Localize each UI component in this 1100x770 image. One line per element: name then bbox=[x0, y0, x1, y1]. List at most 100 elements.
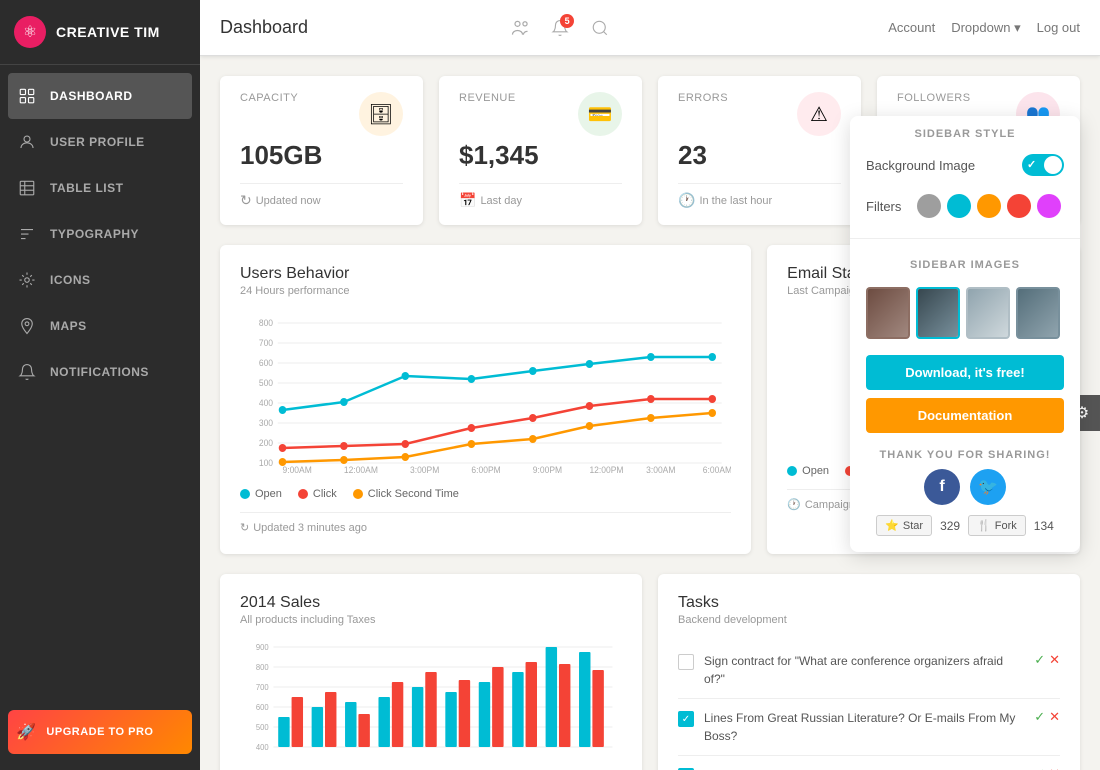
github-star-button[interactable]: ⭐ Star bbox=[876, 515, 932, 536]
dropdown-link[interactable]: Dropdown ▾ bbox=[951, 20, 1020, 36]
sidebar-img-4[interactable] bbox=[1016, 287, 1060, 339]
sidebar-style-panel: SIDEBAR STYLE Background Image ✓ Filters bbox=[850, 116, 1080, 552]
bg-image-toggle[interactable]: ✓ bbox=[1022, 154, 1064, 176]
sidebar-item-notifications-label: NOTIFICATIONS bbox=[50, 365, 149, 379]
task-del-1[interactable]: ✕ bbox=[1049, 652, 1060, 668]
documentation-button[interactable]: Documentation bbox=[866, 398, 1064, 433]
filter-dot-cyan[interactable] bbox=[947, 194, 971, 218]
legend-click: Click bbox=[298, 488, 337, 500]
github-fork-button[interactable]: 🍴 Fork bbox=[968, 515, 1026, 536]
fork-label: Fork bbox=[995, 520, 1017, 532]
sidebar-img-3[interactable] bbox=[966, 287, 1010, 339]
sidebar-item-dashboard[interactable]: DASHBOARD bbox=[8, 73, 192, 119]
filters-label: Filters bbox=[866, 199, 901, 214]
filter-dot-purple[interactable] bbox=[1037, 194, 1061, 218]
sidebar-images-row bbox=[850, 279, 1080, 347]
brand-name: CREATIVE TIM bbox=[56, 24, 160, 40]
task-ok-1[interactable]: ✓ bbox=[1034, 652, 1045, 668]
task-del-3[interactable]: ✕ bbox=[1049, 766, 1060, 770]
task-ok-3[interactable]: ✓ bbox=[1034, 766, 1045, 770]
bottom-row: 2014 Sales All products including Taxes … bbox=[220, 574, 1080, 770]
task-text-2: Lines From Great Russian Literature? Or … bbox=[704, 709, 1024, 745]
star-label: Star bbox=[903, 520, 923, 532]
task-actions-3: ✓ ✕ bbox=[1034, 766, 1060, 770]
sidebar-item-typography[interactable]: TYPOGRAPHY bbox=[0, 211, 200, 257]
sidebar-img-3-inner bbox=[968, 289, 1008, 337]
notifications-bell-button[interactable]: 5 bbox=[544, 12, 576, 44]
sidebar-item-dashboard-label: DASHBOARD bbox=[50, 89, 133, 103]
upgrade-to-pro-button[interactable]: 🚀 UPGRADE TO PRO bbox=[8, 710, 192, 754]
stat-label-followers: Followers bbox=[897, 92, 971, 104]
main-content: Dashboard 5 Account Dropdown ▾ Log out C… bbox=[200, 0, 1100, 770]
sidebar-style-title: SIDEBAR STYLE bbox=[850, 116, 1080, 148]
svg-text:600: 600 bbox=[256, 703, 269, 712]
search-button[interactable] bbox=[584, 12, 616, 44]
table-icon bbox=[16, 177, 38, 199]
sidebar-img-1[interactable] bbox=[866, 287, 910, 339]
share-icons: f 🐦 bbox=[850, 469, 1080, 505]
filters-row: Filters bbox=[850, 182, 1080, 230]
download-button[interactable]: Download, it's free! bbox=[866, 355, 1064, 390]
task-text-1: Sign contract for "What are conference o… bbox=[704, 652, 1024, 688]
task-actions-1: ✓ ✕ bbox=[1034, 652, 1060, 668]
tasks-card: Tasks Backend development Sign contract … bbox=[658, 574, 1080, 770]
task-checkbox-2[interactable]: ✓ bbox=[678, 711, 694, 727]
behavior-legend: Open Click Click Second Time bbox=[240, 488, 731, 500]
filter-dot-gray[interactable] bbox=[917, 194, 941, 218]
account-link[interactable]: Account bbox=[888, 20, 935, 35]
sidebar-item-user-profile-label: USER PROFILE bbox=[50, 135, 145, 149]
background-image-row: Background Image ✓ bbox=[850, 148, 1080, 182]
sidebar: ⚛ CREATIVE TIM DASHBOARD USER PROFILE TA… bbox=[0, 0, 200, 770]
sidebar-item-maps-label: MAPS bbox=[50, 319, 87, 333]
svg-text:900: 900 bbox=[256, 643, 269, 652]
svg-text:12:00AM: 12:00AM bbox=[344, 465, 378, 473]
behavior-footer: ↻ Updated 3 minutes ago bbox=[240, 512, 731, 534]
sidebar-brand[interactable]: ⚛ CREATIVE TIM bbox=[0, 0, 200, 65]
sidebar-item-icons[interactable]: ICONS bbox=[0, 257, 200, 303]
svg-text:300: 300 bbox=[259, 418, 273, 428]
twitter-share-button[interactable]: 🐦 bbox=[970, 469, 1006, 505]
toggle-knob bbox=[1044, 156, 1062, 174]
sidebar-item-maps[interactable]: MAPS bbox=[0, 303, 200, 349]
facebook-share-button[interactable]: f bbox=[924, 469, 960, 505]
task-ok-2[interactable]: ✓ bbox=[1034, 709, 1045, 725]
stat-icon-capacity: 🗄 bbox=[359, 92, 403, 136]
stat-label-revenue: Revenue bbox=[459, 92, 516, 104]
stat-value-capacity: 105GB bbox=[240, 140, 403, 171]
filter-dot-orange[interactable] bbox=[977, 194, 1001, 218]
sidebar-item-icons-label: ICONS bbox=[50, 273, 91, 287]
tasks-title: Tasks bbox=[678, 594, 1060, 612]
notifications-icon bbox=[16, 361, 38, 383]
stat-label-capacity: Capacity bbox=[240, 92, 298, 104]
star-count: 329 bbox=[940, 519, 960, 533]
sidebar-img-2[interactable] bbox=[916, 287, 960, 339]
stat-label-errors: Errors bbox=[678, 92, 728, 104]
filter-dot-red[interactable] bbox=[1007, 194, 1031, 218]
stat-footer-capacity: ↻ Updated now bbox=[240, 183, 403, 209]
sidebar-img-1-inner bbox=[868, 289, 908, 337]
logout-link[interactable]: Log out bbox=[1037, 20, 1080, 35]
svg-text:500: 500 bbox=[256, 723, 269, 732]
svg-text:700: 700 bbox=[256, 683, 269, 692]
sales-title: 2014 Sales bbox=[240, 594, 622, 612]
task-del-2[interactable]: ✕ bbox=[1049, 709, 1060, 725]
bell-badge: 5 bbox=[560, 14, 574, 28]
task-checkbox-1[interactable] bbox=[678, 654, 694, 670]
panel-divider-1 bbox=[850, 238, 1080, 239]
icons-icon bbox=[16, 269, 38, 291]
sidebar-item-user-profile[interactable]: USER PROFILE bbox=[0, 119, 200, 165]
sidebar-images-title: SIDEBAR IMAGES bbox=[850, 247, 1080, 279]
users-behavior-chart: 800 700 600 500 400 300 200 100 9:00AM 1… bbox=[240, 313, 731, 473]
stat-icon-errors: ⚠ bbox=[797, 92, 841, 136]
sidebar-item-table-list[interactable]: TABLE LIST bbox=[0, 165, 200, 211]
page-title: Dashboard bbox=[220, 17, 492, 38]
sidebar-img-4-inner bbox=[1018, 289, 1058, 337]
topbar-team-icon[interactable] bbox=[504, 12, 536, 44]
sidebar-img-2-inner bbox=[918, 289, 958, 337]
stat-value-revenue: $1,345 bbox=[459, 140, 622, 171]
task-item-2: ✓ Lines From Great Russian Literature? O… bbox=[678, 699, 1060, 756]
sidebar-item-typography-label: TYPOGRAPHY bbox=[50, 227, 139, 241]
users-behavior-subtitle: 24 Hours performance bbox=[240, 285, 731, 297]
sidebar-item-notifications[interactable]: NOTIFICATIONS bbox=[0, 349, 200, 395]
svg-text:9:00PM: 9:00PM bbox=[533, 465, 562, 473]
